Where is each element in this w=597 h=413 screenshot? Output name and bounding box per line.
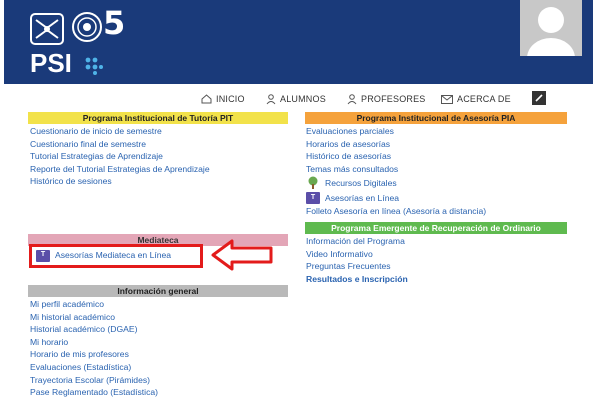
emergente-link-resultados[interactable]: Resultados e Inscripción [306,273,408,286]
nav-alumnos[interactable]: ALUMNOS [266,91,326,107]
user-silhouette-icon [527,7,575,56]
anniversary-number: 5 [103,4,126,42]
pit-link-historico-sesiones[interactable]: Histórico de sesiones [30,175,210,188]
tree-icon [308,176,318,190]
user-avatar[interactable] [520,0,582,56]
pia-links: Evaluaciones parciales Horarios de aseso… [306,125,486,218]
nav-profesores-label: PROFESORES [361,94,426,104]
pia-recursos-digitales[interactable]: Recursos Digitales [306,175,486,190]
pit-link-cuestionario-inicio[interactable]: Cuestionario de inicio de semestre [30,125,210,138]
pia-link-temas[interactable]: Temas más consultados [306,163,486,176]
pia-link-historico[interactable]: Histórico de asesorías [306,150,486,163]
general-link-horario[interactable]: Mi horario [30,336,158,349]
emergente-header: Programa Emergente de Recuperación de Or… [305,222,567,234]
info-icon [441,94,453,104]
general-link-perfil[interactable]: Mi perfil académico [30,298,158,311]
psi-logo: PSI [30,48,72,78]
page-frame: 5 PSI INICIO ALUMNOS PROFESORES ACERCA D… [4,0,593,413]
pencil-icon[interactable] [532,91,546,105]
nav-acerca-label: ACERCA DE [457,94,511,104]
nav-profesores[interactable]: PROFESORES [347,91,426,107]
pia-link-folleto[interactable]: Folleto Asesoría en línea (Asesoría a di… [306,205,486,218]
emergente-link-video[interactable]: Video Informativo [306,248,408,261]
pia-link-evaluaciones[interactable]: Evaluaciones parciales [306,125,486,138]
pit-link-reporte-tutorial[interactable]: Reporte del Tutorial Estrategias de Apre… [30,163,210,176]
teacher-icon [347,93,357,104]
nav-inicio[interactable]: INICIO [201,91,245,107]
emergente-links: Información del Programa Video Informati… [306,235,408,285]
pit-link-cuestionario-final[interactable]: Cuestionario final de semestre [30,138,210,151]
pit-links: Cuestionario de inicio de semestre Cuest… [30,125,210,188]
unam-logo-icon [30,13,64,45]
pit-link-tutorial[interactable]: Tutorial Estrategias de Aprendizaje [30,150,210,163]
pia-asesorias-linea[interactable]: T Asesorías en Línea [306,190,486,205]
pit-header: Programa Institucional de Tutoría PIT [28,112,288,124]
general-links: Mi perfil académico Mi historial académi… [30,298,158,399]
general-link-horario-profesores[interactable]: Horario de mis profesores [30,348,158,361]
psi-dots-icon [85,57,103,75]
nav-inicio-label: INICIO [216,94,245,104]
emergente-link-informacion[interactable]: Información del Programa [306,235,408,248]
general-link-trayectoria[interactable]: Trayectoria Escolar (Pirámides) [30,374,158,387]
pia-asesorias-label: Asesorías en Línea [325,192,400,203]
pia-recursos-label: Recursos Digitales [325,177,397,188]
pia-header: Programa Institucional de Asesoría PIA [305,112,567,124]
general-link-historial-dgae[interactable]: Historial académico (DGAE) [30,323,158,336]
general-link-evaluaciones[interactable]: Evaluaciones (Estadística) [30,361,158,374]
main-nav: INICIO ALUMNOS PROFESORES ACERCA DE [4,91,593,107]
nav-alumnos-label: ALUMNOS [280,94,326,104]
anniversary-emblem-icon [72,12,102,42]
emergente-link-preguntas[interactable]: Preguntas Frecuentes [306,260,408,273]
general-link-historial[interactable]: Mi historial académico [30,311,158,324]
home-icon [201,94,212,104]
general-link-pase[interactable]: Pase Reglamentado (Estadística) [30,386,158,399]
arrow-left-icon [211,239,273,271]
highlight-box [29,244,203,268]
general-header: Información general [28,285,288,297]
student-icon [266,93,276,104]
site-header: 5 PSI [4,0,593,84]
nav-acerca[interactable]: ACERCA DE [441,91,511,107]
teams-icon: T [306,191,320,204]
pia-link-horarios[interactable]: Horarios de asesorías [306,138,486,151]
